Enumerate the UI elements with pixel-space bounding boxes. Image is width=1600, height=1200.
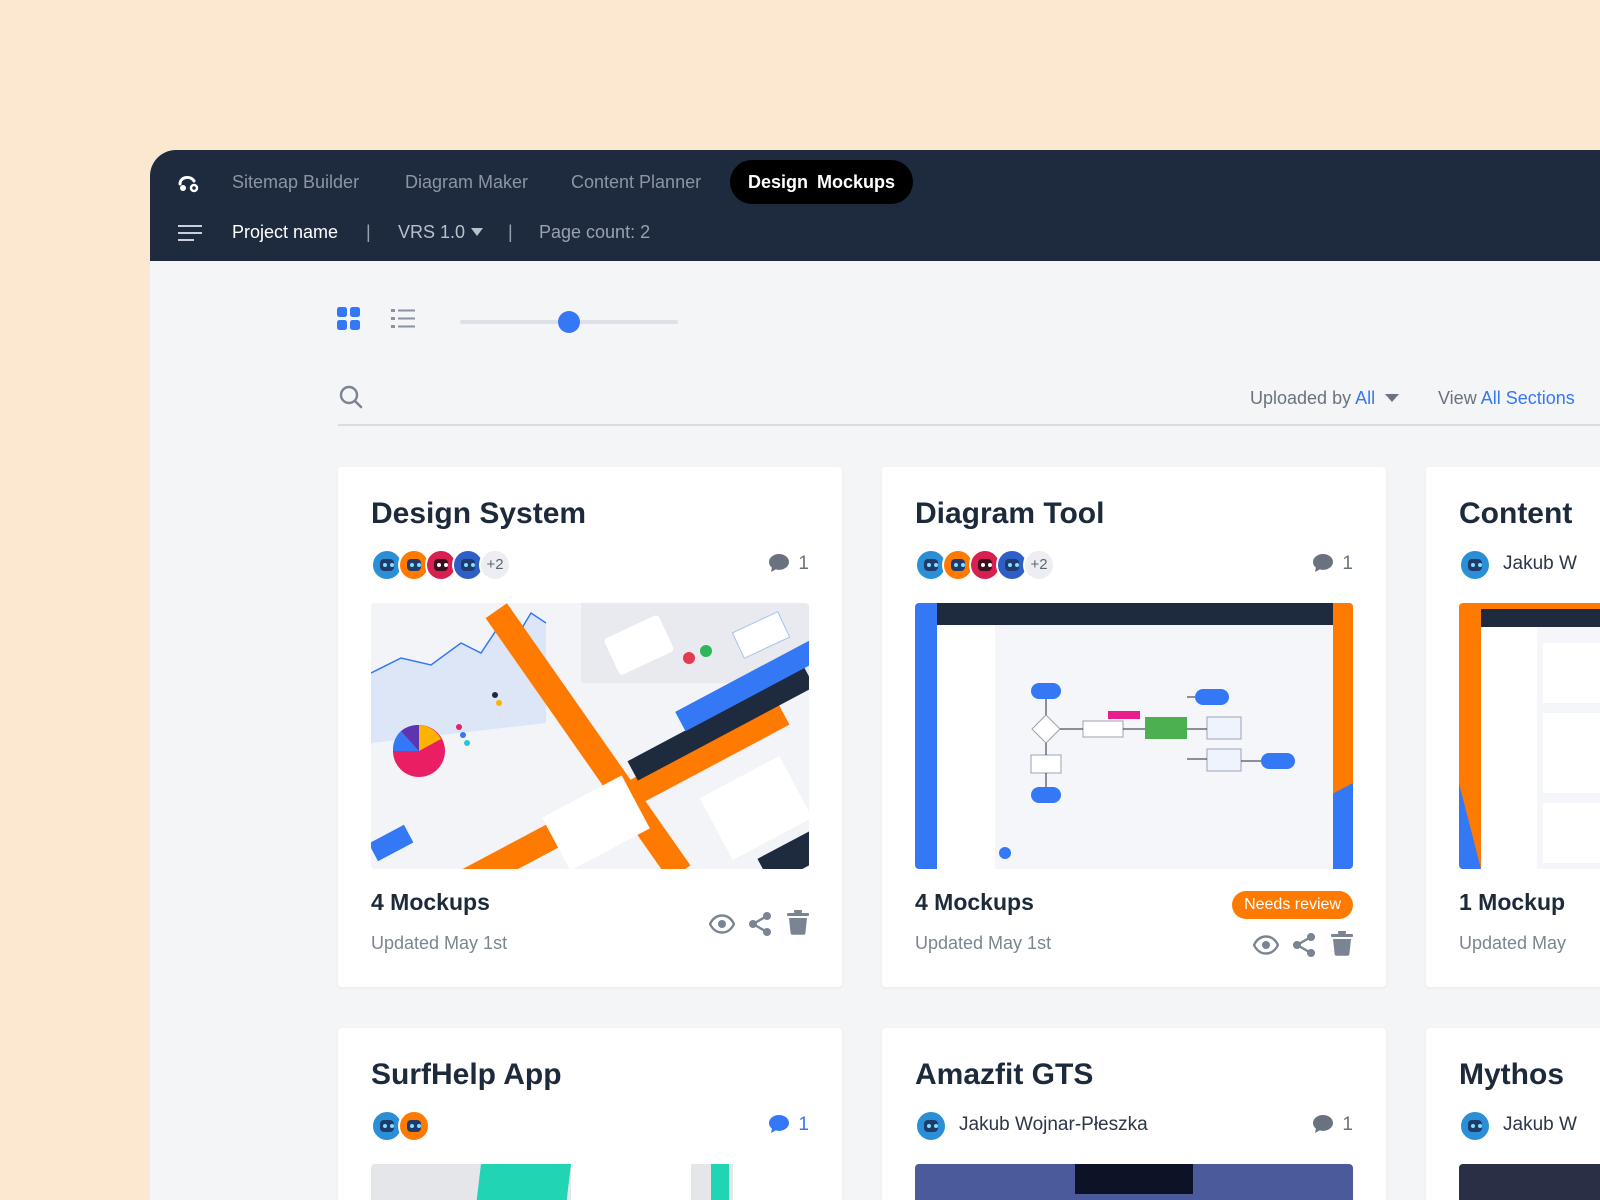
- avatar[interactable]: [1459, 549, 1491, 581]
- mockup-count: 1 Mockup: [1459, 889, 1566, 915]
- separator: |: [508, 222, 513, 242]
- hamburger-menu-icon[interactable]: [178, 224, 202, 242]
- card-title: Design System: [371, 497, 587, 530]
- view-sections-value: All Sections: [1480, 388, 1575, 408]
- tab-diagram-maker[interactable]: Diagram Maker: [405, 160, 528, 204]
- updated-date: Updated May 1st: [371, 933, 508, 953]
- search-bar[interactable]: Uploaded by All View All Sections: [338, 378, 1600, 426]
- view-label: View: [1438, 388, 1477, 408]
- app-window: Sitemap Builder Diagram Maker Content Pl…: [150, 150, 1600, 1200]
- mockup-count: 4 Mockups: [371, 889, 490, 915]
- chat-bubble-icon: [769, 554, 790, 572]
- card-title: Diagram Tool: [915, 497, 1105, 530]
- card-title: Mythos: [1459, 1058, 1564, 1091]
- top-bar: Sitemap Builder Diagram Maker Content Pl…: [150, 150, 1600, 261]
- updated-date: Updated May: [1459, 933, 1567, 953]
- mockup-thumbnail[interactable]: [1459, 1164, 1600, 1200]
- comment-count-value: 1: [1342, 1114, 1353, 1135]
- design-system-preview-image: [371, 603, 809, 869]
- zoom-slider-handle[interactable]: [558, 311, 580, 333]
- surfhelp-preview-image: [371, 1164, 809, 1200]
- search-icon[interactable]: [338, 384, 364, 410]
- tab-design-mockups[interactable]: Design Mockups: [730, 160, 914, 204]
- page-count: Page count: 2: [539, 222, 651, 242]
- separator: |: [366, 222, 371, 242]
- mockup-thumbnail[interactable]: [371, 603, 809, 869]
- share-icon[interactable]: [1291, 932, 1317, 958]
- chat-bubble-icon: [769, 1115, 790, 1133]
- comment-count-value: 1: [798, 1114, 809, 1135]
- list-view-icon[interactable]: [390, 307, 416, 333]
- project-card-design-system[interactable]: Design System +2 1 4 Mockups Updated May…: [338, 467, 842, 987]
- amazfit-preview-image: [915, 1164, 1353, 1200]
- card-title: Content: [1459, 497, 1573, 530]
- mockup-thumbnail[interactable]: [915, 603, 1353, 869]
- more-collaborators-badge[interactable]: +2: [1023, 549, 1055, 581]
- project-card-diagram-tool[interactable]: Diagram Tool +2 1 4 Mockups Needs review…: [882, 467, 1386, 987]
- comment-count[interactable]: 1: [768, 1114, 809, 1138]
- project-name[interactable]: Project name: [232, 212, 338, 252]
- uploaded-by-filter[interactable]: Uploaded by All: [1250, 388, 1400, 409]
- uploaded-by-value: All: [1355, 388, 1376, 408]
- version-dropdown[interactable]: VRS 1.0: [398, 212, 484, 252]
- mockup-thumbnail[interactable]: [371, 1164, 809, 1200]
- comment-count-value: 1: [798, 553, 809, 574]
- card-title: SurfHelp App: [371, 1058, 562, 1091]
- avatar[interactable]: [915, 1110, 947, 1142]
- zoom-slider[interactable]: [460, 311, 678, 333]
- chat-bubble-icon: [1313, 1115, 1334, 1133]
- tab-sitemap-builder[interactable]: Sitemap Builder: [232, 160, 359, 204]
- status-badge: Needs review: [1232, 891, 1353, 919]
- tab-content-planner[interactable]: Content Planner: [571, 160, 701, 204]
- comment-count[interactable]: 1: [1312, 1114, 1353, 1138]
- comment-count[interactable]: 1: [1312, 553, 1353, 577]
- project-card-amazfit-gts[interactable]: Amazfit GTS Jakub Wojnar-Płeszka 1: [882, 1028, 1386, 1200]
- more-collaborators-badge[interactable]: +2: [479, 549, 511, 581]
- view-sections-filter[interactable]: View All Sections: [1438, 388, 1575, 409]
- project-card-surfhelp-app[interactable]: SurfHelp App 1: [338, 1028, 842, 1200]
- app-logo-icon[interactable]: [176, 170, 200, 194]
- version-label: VRS 1.0: [398, 222, 466, 242]
- author-name: Jakub W: [1503, 553, 1577, 574]
- trash-icon[interactable]: [1329, 930, 1355, 956]
- eye-icon[interactable]: [1253, 932, 1279, 958]
- author-name: Jakub Wojnar-Płeszka: [959, 1114, 1148, 1135]
- comment-count[interactable]: 1: [768, 553, 809, 577]
- card-title: Amazfit GTS: [915, 1058, 1094, 1091]
- diagram-tool-preview-image: [915, 603, 1353, 869]
- uploaded-by-label: Uploaded by: [1250, 388, 1352, 408]
- mockup-thumbnail[interactable]: [1459, 603, 1600, 869]
- author-name: Jakub W: [1503, 1114, 1577, 1135]
- mockup-count: 4 Mockups: [915, 889, 1034, 915]
- eye-icon[interactable]: [709, 911, 735, 937]
- share-icon[interactable]: [747, 911, 773, 937]
- mockup-thumbnail[interactable]: [915, 1164, 1353, 1200]
- updated-date: Updated May 1st: [915, 933, 1052, 953]
- avatar[interactable]: [398, 1110, 430, 1142]
- caret-down-icon: [471, 228, 484, 236]
- grid-view-icon[interactable]: [336, 306, 362, 332]
- project-card-content[interactable]: Content Jakub W 1 Mockup Updated May: [1426, 467, 1600, 987]
- caret-down-icon: [1385, 394, 1400, 402]
- content-preview-image: [1459, 603, 1600, 869]
- project-card-mythos[interactable]: Mythos Jakub W: [1426, 1028, 1600, 1200]
- trash-icon[interactable]: [785, 909, 811, 935]
- avatar[interactable]: [1459, 1110, 1491, 1142]
- comment-count-value: 1: [1342, 553, 1353, 574]
- chat-bubble-icon: [1313, 554, 1334, 572]
